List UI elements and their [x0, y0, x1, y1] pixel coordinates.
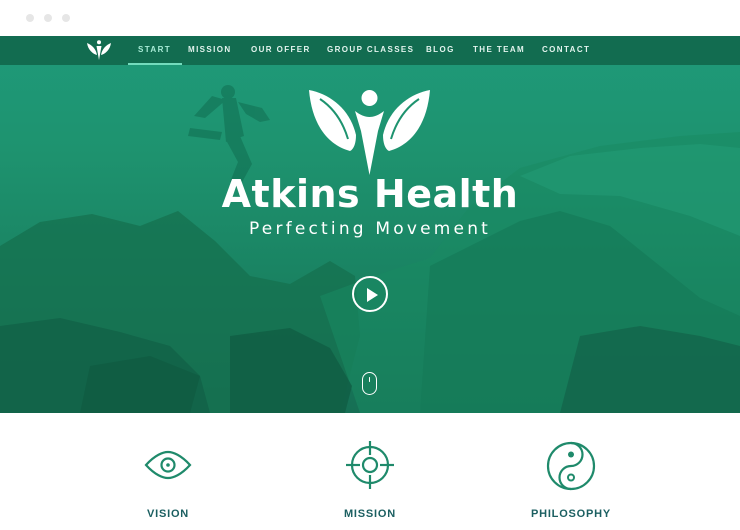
eye-icon [144, 450, 192, 480]
feature-philosophy: PHILOSOPHY [471, 440, 671, 520]
top-navbar: START MISSION OUR OFFER GROUP CLASSES BL… [0, 36, 740, 65]
browser-chrome [0, 0, 740, 36]
nav-group-classes[interactable]: GROUP CLASSES [327, 36, 414, 65]
feature-label-mission: MISSION [343, 508, 397, 520]
atkins-health-logo [309, 90, 430, 175]
play-icon [367, 288, 378, 302]
hero-tagline: Perfecting Movement [248, 219, 492, 239]
nav-the-team[interactable]: THE TEAM [473, 36, 525, 65]
window-dot[interactable] [44, 14, 52, 22]
hero-title: Atkins Health [221, 172, 519, 216]
mouse-scroll-icon[interactable] [362, 372, 377, 395]
feature-label-philosophy: PHILOSOPHY [530, 508, 612, 520]
feature-vision: VISION [68, 440, 268, 520]
window-dot[interactable] [62, 14, 70, 22]
nav-contact[interactable]: CONTACT [542, 36, 590, 65]
play-video-button[interactable] [352, 276, 388, 312]
atkins-logo-icon[interactable] [86, 39, 112, 61]
window-dot[interactable] [26, 14, 34, 22]
target-icon [346, 441, 394, 489]
nav-our-offer[interactable]: OUR OFFER [251, 36, 311, 65]
hero-section: START MISSION OUR OFFER GROUP CLASSES BL… [0, 36, 740, 413]
nav-mission[interactable]: MISSION [188, 36, 232, 65]
yin-yang-icon [546, 441, 596, 491]
feature-label-vision: VISION [146, 508, 190, 520]
nav-blog[interactable]: BLOG [426, 36, 455, 65]
feature-mission: MISSION [270, 440, 470, 520]
nav-start[interactable]: START [127, 36, 183, 65]
